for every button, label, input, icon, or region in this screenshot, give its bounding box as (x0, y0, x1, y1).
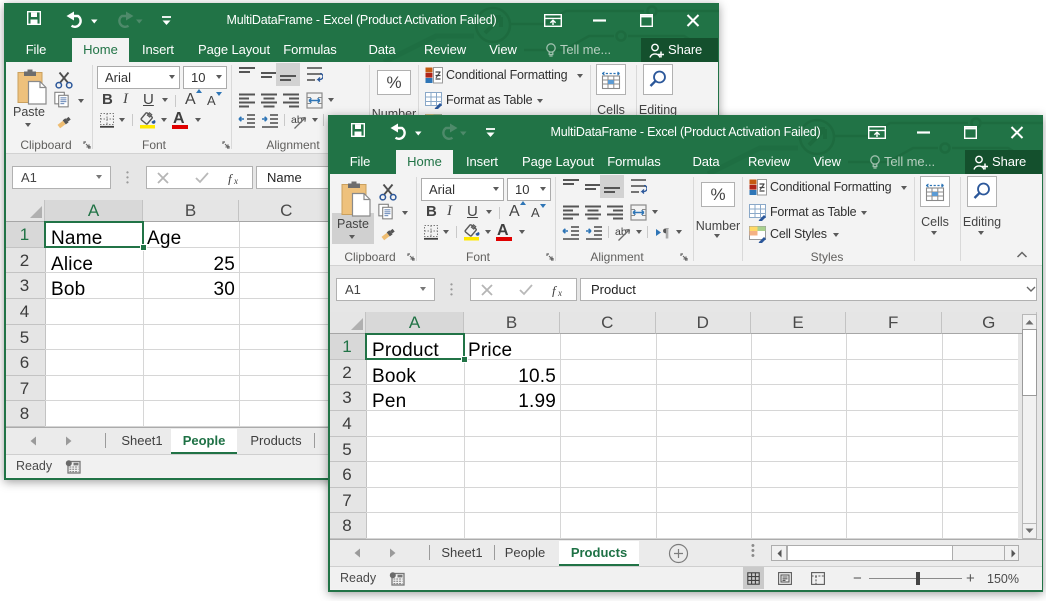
svg-text:ab: ab (291, 114, 303, 126)
svg-text:ab: ab (615, 226, 627, 238)
svg-text:x: x (233, 176, 238, 185)
svg-text:x: x (557, 288, 562, 297)
svg-text:¶: ¶ (663, 225, 669, 240)
